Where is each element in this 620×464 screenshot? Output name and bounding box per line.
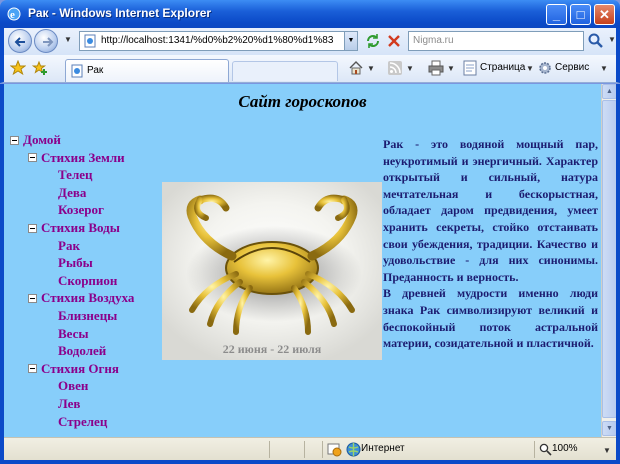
page-menu-dropdown-icon[interactable]: ▼ [526,64,534,73]
tree-leaf-virgo[interactable]: Дева [58,185,86,201]
page-menu-icon[interactable] [463,60,477,76]
collapse-toggle-icon[interactable] [28,153,37,163]
tree-leaf-sagittarius[interactable]: Стрелец [58,414,107,430]
tree-node-water[interactable]: Стихия Воды [28,220,120,236]
search-input[interactable]: Nigma.ru [408,31,584,51]
page-icon [84,34,96,48]
collapse-toggle-icon[interactable] [28,364,37,374]
feeds-dropdown-icon[interactable]: ▼ [406,64,414,73]
tree-node-air[interactable]: Стихия Воздуха [28,290,134,306]
popup-blocker-icon[interactable] [327,442,342,457]
status-separator [534,441,535,458]
tab-toolbar: Рак ▼ ▼ ▼ Страница ▼ Сервис ▼ [0,55,620,83]
forward-button[interactable] [34,29,58,53]
status-separator [269,441,270,458]
zoom-dropdown-icon[interactable]: ▼ [603,446,611,455]
zoom-icon[interactable] [539,443,552,456]
title-bar: e Рак - Windows Internet Explorer _ □ ✕ [0,0,620,28]
page-content: Сайт гороскопов Домой Стихия Земли Телец… [4,84,601,437]
vertical-scrollbar[interactable]: ▲ ▼ [601,84,617,437]
home-dropdown-icon[interactable]: ▼ [367,64,375,73]
back-button[interactable] [8,29,32,53]
service-menu-dropdown-icon[interactable]: ▼ [600,64,608,73]
tree-node-home[interactable]: Домой [10,132,61,148]
scroll-up-button[interactable]: ▲ [602,84,617,99]
image-caption: 22 июня - 22 июля [223,342,322,356]
tree-leaf-aries[interactable]: Овен [58,378,88,394]
history-dropdown-icon[interactable]: ▼ [64,35,72,44]
collapse-toggle-icon[interactable] [10,135,19,145]
site-title: Сайт гороскопов [238,92,367,111]
tree-link-earth[interactable]: Стихия Земли [41,150,125,165]
add-favorites-icon[interactable] [32,60,48,76]
tree-leaf-leo[interactable]: Лев [58,396,80,412]
tree-link-water[interactable]: Стихия Воды [41,220,120,235]
tree-leaf-cancer[interactable]: Рак [58,238,80,254]
status-separator [322,441,323,458]
window-frame-right [616,84,620,464]
tree-leaf-taurus[interactable]: Телец [58,167,93,183]
search-placeholder: Nigma.ru [413,35,454,46]
tree-leaf-pisces[interactable]: Рыбы [58,255,93,271]
page-menu-label[interactable]: Страница [480,62,525,73]
address-url[interactable]: http://localhost:1341/%d0%b2%20%d1%80%d1… [101,35,341,46]
sign-description: Рак - это водяной мощный пар, неукротимы… [383,136,598,352]
tree-node-earth[interactable]: Стихия Земли [28,150,125,166]
feeds-icon[interactable] [388,61,402,75]
tree-leaf-scorpio[interactable]: Скорпион [58,273,117,289]
tree-node-fire[interactable]: Стихия Огня [28,361,119,377]
scroll-down-button[interactable]: ▼ [602,421,617,436]
favorites-star-icon[interactable] [10,60,26,76]
search-icon[interactable] [587,32,605,50]
tree-leaf-gemini[interactable]: Близнецы [58,308,117,324]
window-frame-bottom [0,460,620,464]
print-icon[interactable] [428,60,444,76]
forward-arrow-icon [43,37,54,47]
tree-link-air[interactable]: Стихия Воздуха [41,290,134,305]
minimize-button[interactable]: _ [546,4,567,25]
tree-link-fire[interactable]: Стихия Огня [41,361,119,376]
tab-active[interactable]: Рак [65,59,229,82]
tab-label: Рак [87,65,104,76]
back-arrow-icon [14,37,25,47]
address-dropdown-icon[interactable]: ▼ [344,31,358,51]
cancer-sign-image: 22 июня - 22 июля [162,182,382,360]
description-paragraph: Рак - это водяной мощный пар, неукротимы… [383,137,598,284]
gear-icon[interactable] [537,60,553,76]
internet-zone-globe-icon [346,442,361,457]
print-dropdown-icon[interactable]: ▼ [447,64,455,73]
home-icon[interactable] [348,60,364,76]
stop-icon[interactable] [385,32,403,50]
search-options-dropdown-icon[interactable]: ▼ [608,35,616,44]
svg-text:e: e [10,9,15,21]
zoom-level[interactable]: 100% [552,443,578,454]
collapse-toggle-icon[interactable] [28,293,37,303]
tree-leaf-aquarius[interactable]: Водолей [58,343,106,359]
collapse-toggle-icon[interactable] [28,223,37,233]
page-icon [71,64,83,78]
tree-leaf-libra[interactable]: Весы [58,326,89,342]
new-tab-button[interactable] [232,61,338,81]
tree-leaf-capricorn[interactable]: Козерог [58,202,104,218]
tree-link-home[interactable]: Домой [23,132,61,147]
description-paragraph: В древней мудрости именно люди знака Рак… [383,286,598,351]
address-field[interactable]: http://localhost:1341/%d0%b2%20%d1%80%d1… [79,31,345,51]
window-title: Рак - Windows Internet Explorer [28,6,212,20]
address-toolbar: ▼ http://localhost:1341/%d0%b2%20%d1%80%… [0,28,620,55]
status-separator [304,441,305,458]
service-menu-label[interactable]: Сервис [555,62,589,73]
close-button[interactable]: ✕ [594,4,615,25]
scroll-thumb[interactable] [602,100,617,418]
maximize-button[interactable]: □ [570,4,591,25]
ie-logo-icon: e [7,7,21,21]
refresh-icon[interactable] [364,32,382,50]
status-bar: Интернет 100% ▼ [4,437,616,460]
security-zone-label: Интернет [361,443,405,454]
